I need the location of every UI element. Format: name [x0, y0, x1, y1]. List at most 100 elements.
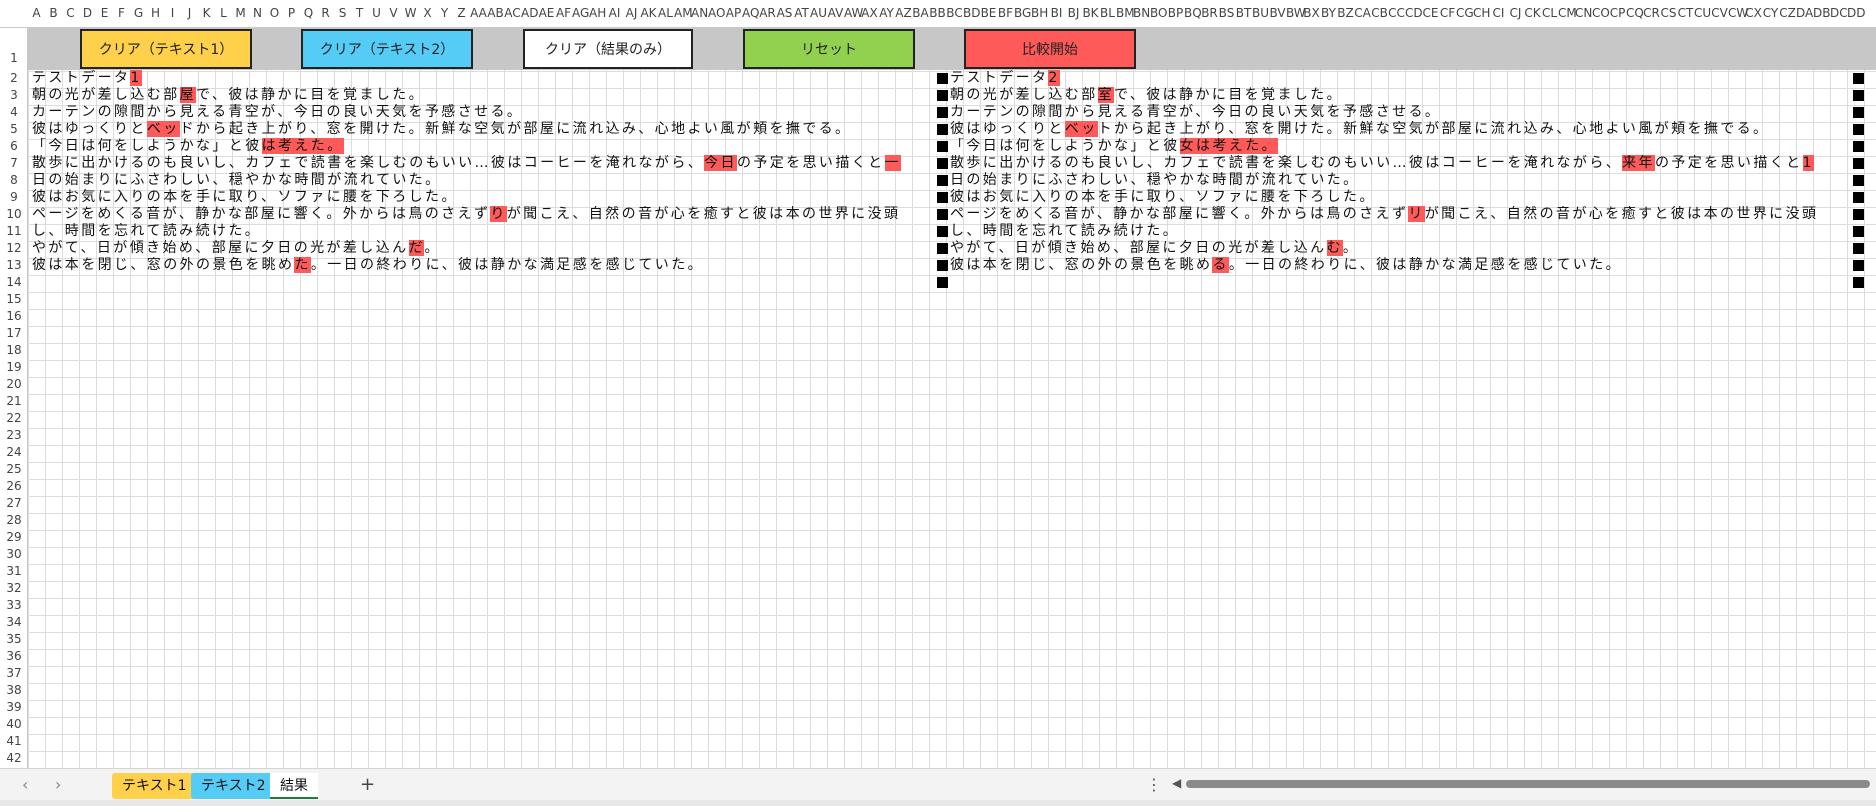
column-letter[interactable]: BG: [1014, 6, 1031, 20]
row-number[interactable]: 25: [0, 461, 28, 478]
row-number[interactable]: 18: [0, 342, 28, 359]
column-letter[interactable]: CA: [1354, 6, 1371, 20]
row-number[interactable]: 36: [0, 648, 28, 665]
column-letter[interactable]: CL: [1541, 6, 1558, 20]
column-letter[interactable]: BW: [1286, 6, 1306, 20]
column-letter[interactable]: BF: [997, 6, 1014, 20]
column-letter[interactable]: AN: [691, 6, 708, 20]
column-letter[interactable]: CM: [1558, 6, 1577, 20]
chevron-right-icon[interactable]: ›: [55, 775, 61, 794]
column-letter[interactable]: BR: [1201, 6, 1218, 20]
tab-result[interactable]: 結果: [270, 773, 318, 799]
column-letter[interactable]: CH: [1473, 6, 1490, 20]
column-letter[interactable]: AV: [827, 6, 844, 20]
row-number[interactable]: 4: [0, 104, 28, 121]
column-letter[interactable]: E: [96, 6, 113, 20]
column-letter[interactable]: BI: [1048, 6, 1065, 20]
column-letter[interactable]: BO: [1150, 6, 1167, 20]
row-number[interactable]: 31: [0, 563, 28, 580]
column-letter[interactable]: CY: [1762, 6, 1779, 20]
row-number[interactable]: 35: [0, 631, 28, 648]
row-number[interactable]: 37: [0, 665, 28, 682]
column-letter[interactable]: B: [45, 6, 62, 20]
column-letter[interactable]: DB: [1813, 6, 1830, 20]
text-row[interactable]: やがて、日が傾き始め、部屋に夕日の光が差し込んだ。: [32, 240, 932, 257]
column-letter[interactable]: BE: [980, 6, 997, 20]
column-letter[interactable]: AF: [555, 6, 572, 20]
row-number[interactable]: 23: [0, 427, 28, 444]
text-row[interactable]: 日の始まりにふさわしい、穏やかな時間が流れていた。: [32, 172, 932, 189]
column-letter[interactable]: CW: [1728, 6, 1748, 20]
row-number[interactable]: 3: [0, 87, 28, 104]
column-letter[interactable]: CD: [1405, 6, 1423, 20]
text-row[interactable]: 日の始まりにふさわしい、穏やかな時間が流れていた。: [950, 172, 1850, 189]
row-number[interactable]: 41: [0, 733, 28, 750]
column-letter[interactable]: BD: [963, 6, 980, 20]
column-letter[interactable]: Z: [453, 6, 470, 20]
column-letter[interactable]: W: [402, 6, 419, 20]
text-row[interactable]: テストデータ1: [32, 70, 932, 87]
column-letter[interactable]: U: [368, 6, 385, 20]
text-row[interactable]: 「今日は何をしようかな」と彼は考えた。: [32, 138, 932, 155]
column-letter[interactable]: T: [351, 6, 368, 20]
column-letter[interactable]: AQ: [742, 6, 759, 20]
column-letter[interactable]: N: [249, 6, 266, 20]
column-letter[interactable]: AY: [878, 6, 895, 20]
column-letter[interactable]: I: [164, 6, 181, 20]
text-row[interactable]: 彼はお気に入りの本を手に取り、ソファに腰を下ろした。: [32, 189, 932, 206]
text-row[interactable]: カーテンの隙間から見える青空が、今日の良い天気を予感させる。: [950, 104, 1850, 121]
row-number[interactable]: 42: [0, 750, 28, 767]
row-number[interactable]: 34: [0, 614, 28, 631]
column-letter[interactable]: AS: [776, 6, 793, 20]
column-letter[interactable]: X: [419, 6, 436, 20]
column-letter[interactable]: G: [130, 6, 147, 20]
more-options-icon[interactable]: ⋮: [1146, 775, 1162, 794]
column-letter[interactable]: BS: [1218, 6, 1235, 20]
column-letter[interactable]: CP: [1609, 6, 1626, 20]
column-letter[interactable]: CF: [1439, 6, 1456, 20]
clear-result-button[interactable]: クリア（結果のみ）: [523, 29, 693, 69]
column-letter[interactable]: AM: [674, 6, 693, 20]
column-letter[interactable]: CN: [1575, 6, 1592, 20]
column-letter[interactable]: C: [62, 6, 79, 20]
text-row[interactable]: 散歩に出かけるのも良いし、カフェで読書を楽しむのもいい…彼はコーヒーを淹れながら…: [32, 155, 932, 172]
text-row[interactable]: し、時間を忘れて読み続けた。: [32, 223, 932, 240]
row-number[interactable]: 26: [0, 478, 28, 495]
column-letter[interactable]: AH: [589, 6, 606, 20]
column-letter[interactable]: K: [198, 6, 215, 20]
column-letter[interactable]: F: [113, 6, 130, 20]
column-letter[interactable]: CQ: [1626, 6, 1644, 20]
row-number[interactable]: 12: [0, 240, 28, 257]
column-letter[interactable]: CE: [1422, 6, 1439, 20]
column-letter[interactable]: CZ: [1779, 6, 1796, 20]
row-number[interactable]: 38: [0, 682, 28, 699]
column-letter[interactable]: BX: [1303, 6, 1320, 20]
column-letter[interactable]: BQ: [1184, 6, 1202, 20]
text-row[interactable]: 彼はお気に入りの本を手に取り、ソファに腰を下ろした。: [950, 189, 1850, 206]
tab-text2[interactable]: テキスト2: [191, 773, 276, 799]
column-letter[interactable]: J: [181, 6, 198, 20]
column-letter[interactable]: BL: [1099, 6, 1116, 20]
row-number[interactable]: 17: [0, 325, 28, 342]
row-number[interactable]: 28: [0, 512, 28, 529]
column-letter[interactable]: AE: [538, 6, 555, 20]
column-letter[interactable]: AC: [504, 6, 521, 20]
column-letter[interactable]: AR: [759, 6, 776, 20]
column-letter[interactable]: M: [232, 6, 249, 20]
column-letter[interactable]: BC: [946, 6, 963, 20]
column-letter[interactable]: AB: [487, 6, 504, 20]
triangle-left-icon[interactable]: ◀: [1172, 776, 1181, 790]
column-letter[interactable]: Y: [436, 6, 453, 20]
column-letter[interactable]: CO: [1592, 6, 1610, 20]
row-number[interactable]: 39: [0, 699, 28, 716]
column-letter[interactable]: DA: [1796, 6, 1813, 20]
row-number[interactable]: 6: [0, 138, 28, 155]
row-number[interactable]: 33: [0, 597, 28, 614]
text-row[interactable]: 彼はゆっくりとベッドから起き上がり、窓を開けた。新鮮な空気が部屋に流れ込み、心地…: [32, 121, 932, 138]
column-letter[interactable]: BH: [1031, 6, 1048, 20]
clear-text1-button[interactable]: クリア（テキスト1）: [80, 29, 252, 69]
column-letter[interactable]: AW: [844, 6, 863, 20]
row-number[interactable]: 2: [0, 70, 28, 87]
column-letter[interactable]: CK: [1524, 6, 1541, 20]
column-letter[interactable]: BA: [912, 6, 929, 20]
